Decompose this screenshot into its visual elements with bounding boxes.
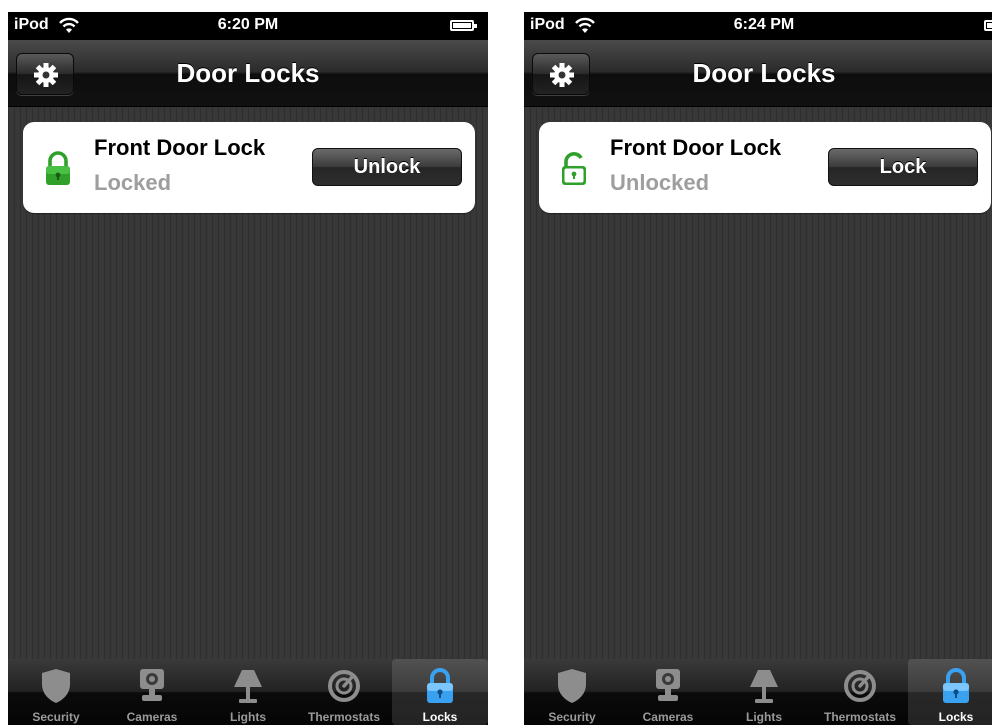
tab-security[interactable]: Security — [8, 659, 104, 725]
camera-icon — [140, 669, 164, 701]
tab-lights[interactable]: Lights — [200, 659, 296, 725]
lock-status: Locked — [94, 170, 172, 195]
lamp-icon — [234, 670, 262, 703]
tab-thermostats[interactable]: Thermostats — [296, 659, 392, 725]
tab-label: Locks — [938, 710, 974, 724]
tab-label: Cameras — [642, 710, 694, 724]
shield-icon — [42, 669, 70, 703]
tab-locks[interactable]: Locks — [908, 659, 992, 725]
tab-locks[interactable]: Locks — [392, 659, 488, 725]
tab-lights[interactable]: Lights — [716, 659, 812, 725]
navigation-bar: Door Locks — [8, 40, 488, 107]
tab-label: Lights — [230, 710, 266, 724]
status-time: 6:24 PM — [733, 16, 795, 33]
page-title: Door Locks — [692, 58, 836, 88]
lock-card: Front Door Lock Locked Unlock — [23, 122, 475, 213]
lamp-icon — [750, 670, 778, 703]
tab-label: Locks — [422, 710, 458, 724]
tab-security[interactable]: Security — [524, 659, 620, 725]
screen-locked: iPod 6:20 PM Door Locks Front Door Lock … — [8, 12, 488, 725]
thermostat-icon — [328, 670, 360, 702]
status-bar: iPod 6:20 PM — [8, 12, 488, 40]
lock-icon — [427, 668, 453, 703]
lock-open-icon — [562, 152, 586, 185]
lock-card: Front Door Lock Unlocked Lock — [539, 122, 991, 213]
tab-label: Security — [32, 710, 80, 724]
lock-closed-icon — [46, 151, 70, 185]
navigation-bar: Door Locks — [524, 40, 992, 107]
status-bar: iPod 6:24 PM — [524, 12, 992, 40]
unlock-button[interactable]: Unlock — [312, 148, 462, 186]
lock-button[interactable]: Lock — [828, 148, 978, 186]
shield-icon — [558, 669, 586, 703]
tab-cameras[interactable]: Cameras — [620, 659, 716, 725]
page-title: Door Locks — [176, 58, 320, 88]
tab-label: Thermostats — [823, 710, 897, 724]
tab-bar: Security Cameras Lights Thermostats Lock… — [8, 659, 488, 725]
lock-name: Front Door Lock — [610, 135, 782, 160]
screen-unlocked: iPod 6:24 PM Door Locks Front Door Lock … — [524, 12, 992, 725]
tab-label: Thermostats — [307, 710, 381, 724]
tab-label: Lights — [746, 710, 782, 724]
lock-icon — [943, 668, 969, 703]
battery-icon — [450, 20, 477, 31]
lock-status: Unlocked — [610, 170, 710, 195]
battery-icon — [984, 20, 992, 31]
lock-name: Front Door Lock — [94, 135, 266, 160]
status-time: 6:20 PM — [217, 16, 279, 33]
tab-label: Security — [548, 710, 596, 724]
tab-thermostats[interactable]: Thermostats — [812, 659, 908, 725]
tab-cameras[interactable]: Cameras — [104, 659, 200, 725]
thermostat-icon — [844, 670, 876, 702]
tab-label: Cameras — [126, 710, 178, 724]
tab-bar: Security Cameras Lights Thermostats Lock… — [524, 659, 992, 725]
camera-icon — [656, 669, 680, 701]
